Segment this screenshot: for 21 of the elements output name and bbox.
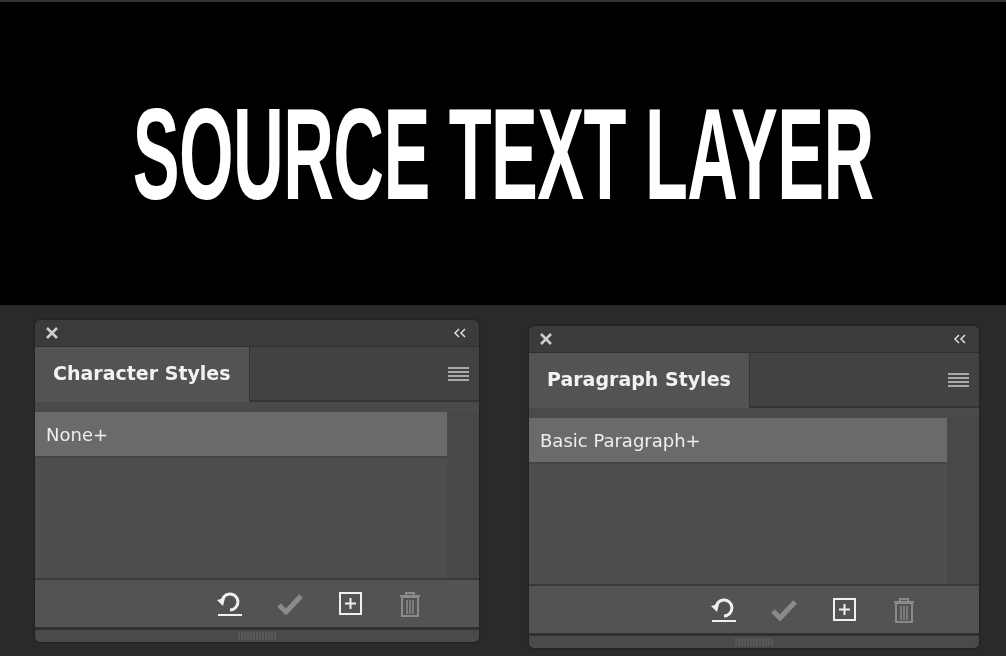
canvas-text: SOURCE TEXT LAYER bbox=[132, 88, 874, 219]
close-icon[interactable] bbox=[46, 327, 58, 339]
add-icon bbox=[338, 592, 362, 615]
scrollbar-track[interactable] bbox=[947, 418, 979, 584]
panel-tab[interactable]: Character Styles bbox=[35, 347, 250, 402]
trash-icon bbox=[893, 596, 915, 623]
style-item[interactable]: Basic Paragraph+ bbox=[529, 418, 947, 464]
reset-icon bbox=[710, 596, 738, 623]
close-icon[interactable] bbox=[540, 333, 552, 345]
trash-icon bbox=[399, 590, 421, 617]
panel-tab[interactable]: Paragraph Styles bbox=[529, 353, 750, 408]
checkmark-icon bbox=[771, 598, 797, 621]
style-item[interactable]: None+ bbox=[35, 412, 447, 458]
menu-icon[interactable] bbox=[448, 366, 469, 381]
checkmark-icon bbox=[277, 592, 303, 615]
scrollbar-track[interactable] bbox=[447, 412, 479, 578]
add-icon bbox=[832, 598, 856, 621]
reset-icon bbox=[216, 590, 244, 617]
collapse-icon[interactable] bbox=[953, 334, 967, 344]
collapse-icon[interactable] bbox=[453, 328, 467, 338]
menu-icon[interactable] bbox=[948, 372, 969, 387]
